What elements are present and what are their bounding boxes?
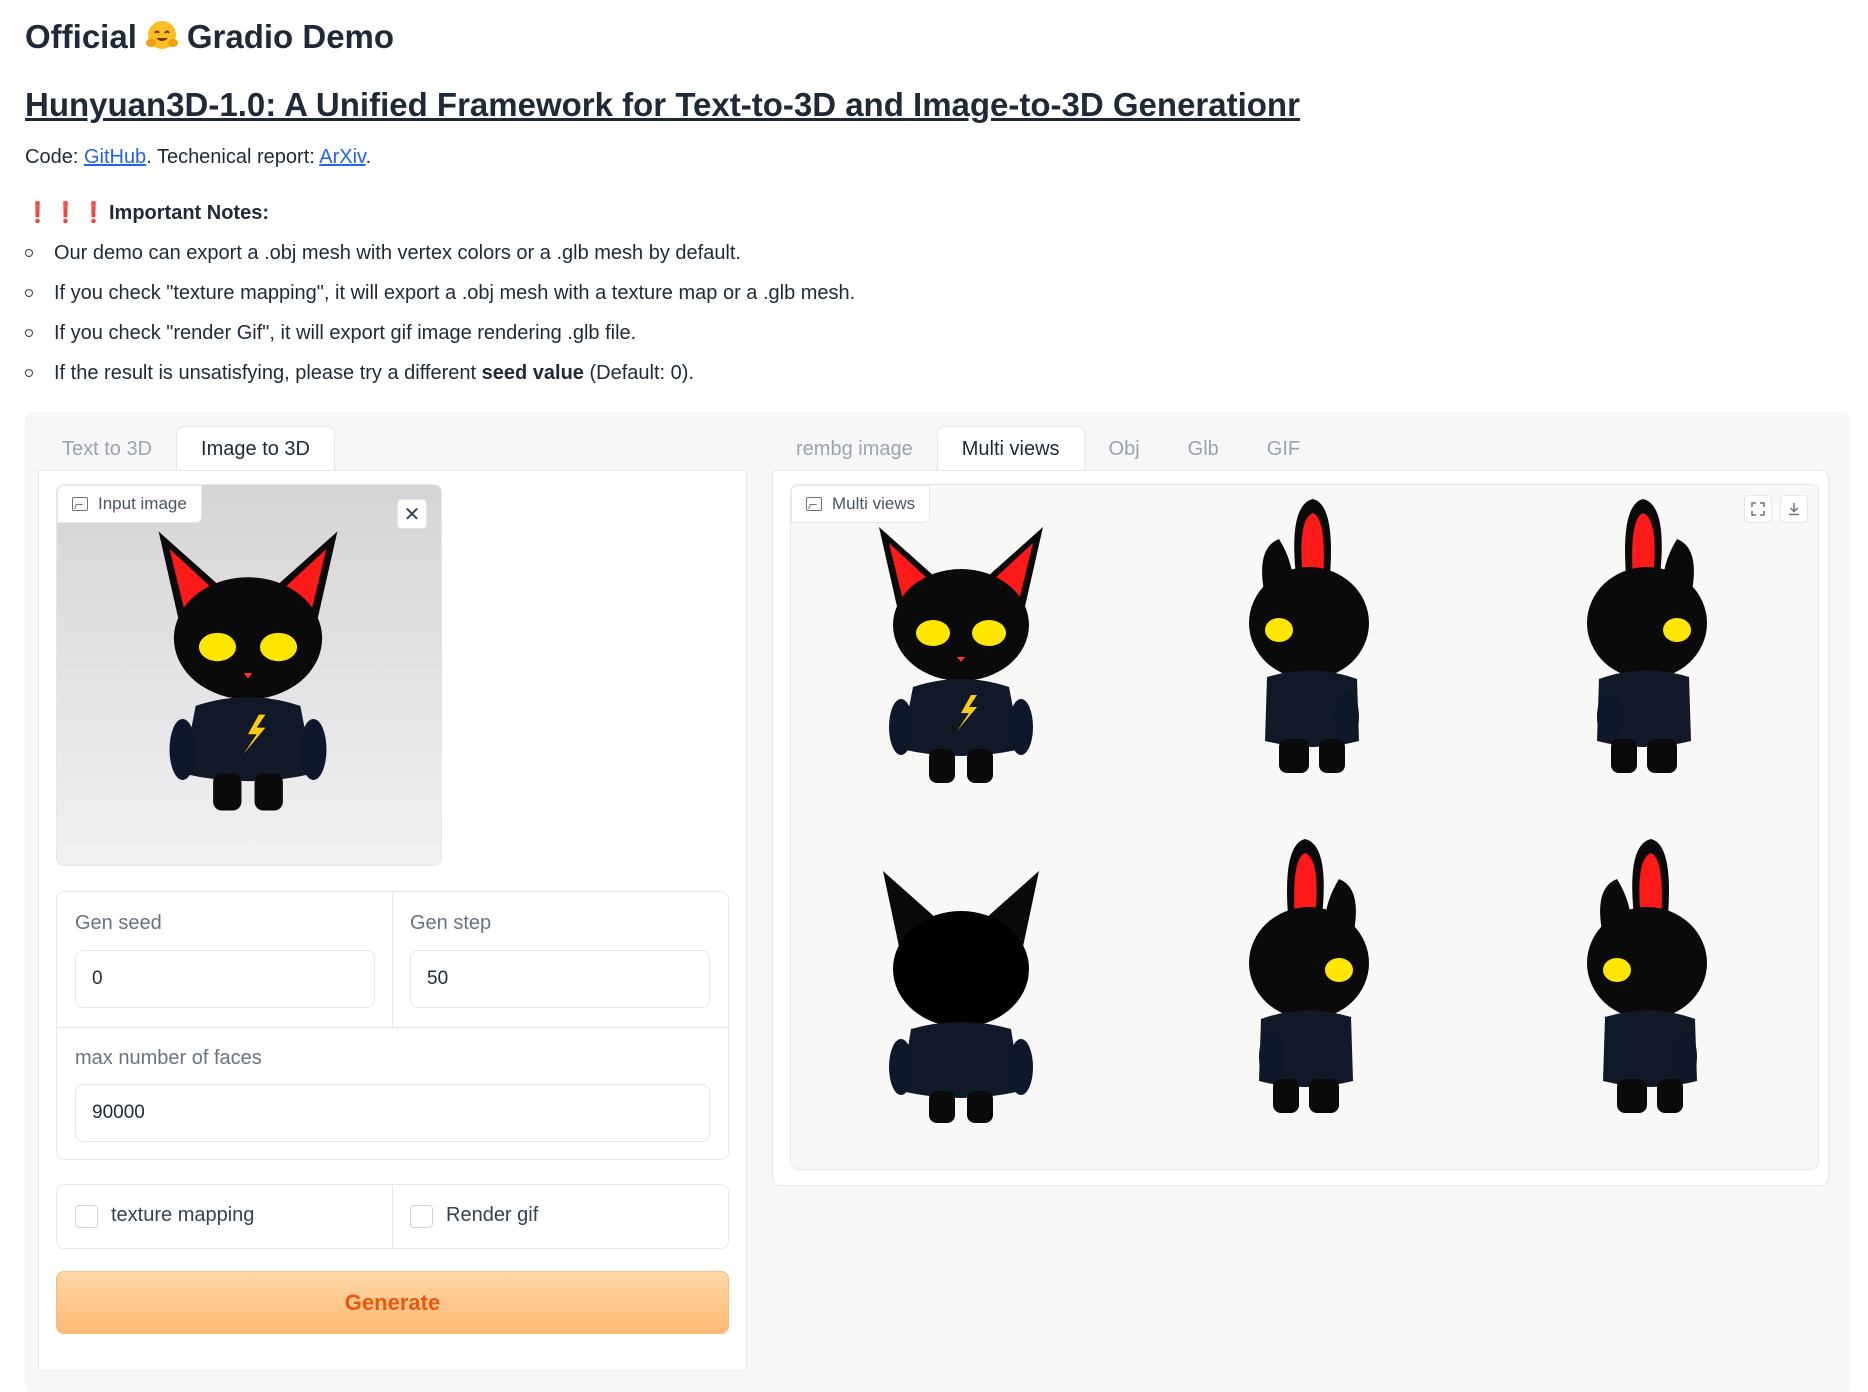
notes-heading-text: Important Notes: [109, 202, 269, 224]
exclamation-icon: ❗ [53, 202, 78, 224]
hugging-face-emoji-icon [145, 19, 179, 53]
code-links-line: Code: GitHub. Techenical report: ArXiv. [25, 146, 371, 169]
tab-multi-views[interactable]: Multi views [936, 426, 1085, 471]
title-text-official: Official [25, 18, 137, 55]
view-front [861, 505, 1061, 805]
view-back-left [1209, 835, 1409, 1135]
image-icon [806, 497, 822, 511]
list-item: Our demo can export a .obj mesh with ver… [25, 240, 1125, 280]
max-faces-label: max number of faces [75, 1047, 262, 1069]
view-back [861, 845, 1061, 1145]
report-suffix: . [365, 146, 372, 168]
note-text: If the result is unsatisfying, please tr… [54, 362, 482, 384]
params-block: Gen seed 0 Gen step 50 max number of fac… [56, 891, 729, 1160]
gen-step-label: Gen step [410, 912, 492, 934]
fullscreen-icon[interactable] [1744, 495, 1772, 523]
github-link[interactable]: GitHub [84, 146, 146, 168]
input-image-label-text: Input image [98, 494, 187, 513]
render-gif-checkbox[interactable] [410, 1205, 433, 1228]
exclamation-icon: ❗ [25, 202, 50, 224]
exclamation-icon: ❗ [81, 202, 106, 224]
multi-views-label: Multi views [791, 485, 931, 523]
note-text: (Default: 0). [583, 362, 694, 384]
input-image-preview [139, 499, 357, 843]
gen-step-input[interactable]: 50 [410, 950, 710, 1008]
tab-obj[interactable]: Obj [1085, 427, 1164, 471]
list-item: If you check "texture mapping", it will … [25, 280, 1125, 320]
max-faces-input[interactable]: 90000 [75, 1084, 710, 1142]
gen-seed-label: Gen seed [75, 912, 162, 934]
multi-views-image: Multi views [790, 484, 1819, 1170]
notes-list: Our demo can export a .obj mesh with ver… [25, 240, 1125, 400]
close-icon[interactable]: ✕ [397, 499, 427, 529]
list-item: If you check "render Gif", it will expor… [25, 320, 1125, 360]
input-image-dropzone[interactable]: Input image ✕ [56, 484, 442, 866]
view-side-right [1547, 835, 1747, 1135]
list-item: If the result is unsatisfying, please tr… [25, 360, 1125, 400]
tab-rembg-image[interactable]: rembg image [772, 427, 937, 471]
input-image-label: Input image [57, 485, 202, 523]
important-notes-heading: ❗ ❗ ❗ Important Notes: [25, 200, 269, 225]
texture-mapping-label[interactable]: texture mapping [111, 1204, 254, 1227]
view-side-left [1209, 495, 1409, 795]
divider [392, 1185, 393, 1248]
view-side-back-right [1547, 495, 1747, 795]
page-title: Official Gradio Demo [25, 18, 394, 56]
gen-seed-input[interactable]: 0 [75, 950, 375, 1008]
divider [392, 892, 393, 1027]
texture-mapping-checkbox[interactable] [75, 1205, 98, 1228]
tab-text-to-3d[interactable]: Text to 3D [38, 427, 176, 471]
paper-title-link[interactable]: Hunyuan3D-1.0: A Unified Framework for T… [25, 86, 1300, 124]
right-tab-bar: rembg image Multi views Obj Glb GIF [772, 425, 1324, 471]
report-prefix: . Techenical report: [146, 146, 320, 168]
title-text-gradio-demo: Gradio Demo [186, 18, 395, 55]
multi-views-label-text: Multi views [832, 494, 916, 513]
note-bold-text: seed value [481, 362, 584, 384]
tab-image-to-3d[interactable]: Image to 3D [176, 426, 335, 471]
tab-glb[interactable]: Glb [1164, 427, 1243, 471]
generate-button[interactable]: Generate [56, 1271, 729, 1334]
download-icon[interactable] [1780, 495, 1808, 523]
divider [57, 1027, 728, 1028]
options-block: texture mapping Render gif [56, 1184, 729, 1249]
left-tab-bar: Text to 3D Image to 3D [38, 425, 335, 471]
code-prefix: Code: [25, 146, 84, 168]
arxiv-link[interactable]: ArXiv [319, 146, 365, 168]
tab-gif[interactable]: GIF [1243, 427, 1324, 471]
image-icon [72, 497, 88, 511]
render-gif-label[interactable]: Render gif [446, 1204, 538, 1227]
